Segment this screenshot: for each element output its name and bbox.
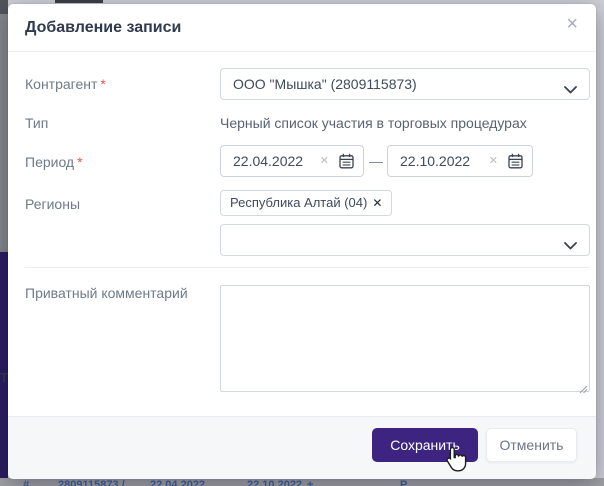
region-tag: Республика Алтай (04) ✕ [220,190,392,216]
private-comment-label: Приватный комментарий [25,285,188,301]
add-record-modal: Добавление записи × Контрагент* ООО "Мыш… [8,4,596,478]
chevron-down-icon [564,237,577,255]
regions-label: Регионы [25,196,80,212]
save-button[interactable]: Сохранить [372,428,478,462]
clear-icon[interactable]: ✕ [489,146,498,176]
counterparty-select-value: ООО "Мышка" (2809115873) [233,69,417,99]
period-from-value: 22.04.2022 [233,146,303,176]
period-from-input[interactable]: 22.04.2022 ✕ [220,145,364,177]
period-to-input[interactable]: 22.10.2022 ✕ [387,145,533,177]
regions-select[interactable] [220,224,590,256]
private-comment-textarea[interactable] [220,285,590,392]
counterparty-select[interactable]: ООО "Мышка" (2809115873) [220,68,590,100]
background-table-cell: 2809115873 / [58,479,125,486]
modal-header: Добавление записи × [8,4,596,52]
clear-icon[interactable]: ✕ [320,146,329,176]
remove-tag-icon[interactable]: ✕ [372,196,382,210]
background-table-row: # 2809115873 / 22.04.2022 22.10.2022 + Р [0,479,604,486]
required-asterisk: * [77,154,82,170]
background-table-cell: 22.10.2022 [247,479,302,486]
counterparty-label: Контрагент* [25,76,106,92]
type-label: Тип [25,115,48,131]
chevron-down-icon [564,81,577,99]
background-page-edge [55,0,103,3]
required-asterisk: * [100,76,105,92]
modal-footer: Сохранить Отменить [8,416,596,479]
type-value: Черный список участия в торговых процеду… [220,115,527,131]
close-icon[interactable]: × [566,14,578,34]
calendar-icon[interactable] [508,153,523,174]
period-to-value: 22.10.2022 [400,146,470,176]
calendar-icon[interactable] [339,153,354,174]
background-page-edge [0,14,8,252]
background-sidebar-edge [0,252,8,478]
section-divider [25,267,590,268]
background-page-edge [0,0,8,14]
background-table-cell: Р [400,479,407,486]
background-table-cell: 22.04.2022 [150,479,205,486]
period-separator: — [366,145,386,177]
background-text-fragment: Т [0,370,8,385]
background-table-cell: # [23,479,29,486]
period-label: Период* [25,154,83,170]
region-tag-label: Республика Алтай (04) [230,195,367,210]
cancel-button[interactable]: Отменить [486,428,577,462]
background-table-cell: + [307,479,313,486]
modal-title: Добавление записи [25,4,181,51]
